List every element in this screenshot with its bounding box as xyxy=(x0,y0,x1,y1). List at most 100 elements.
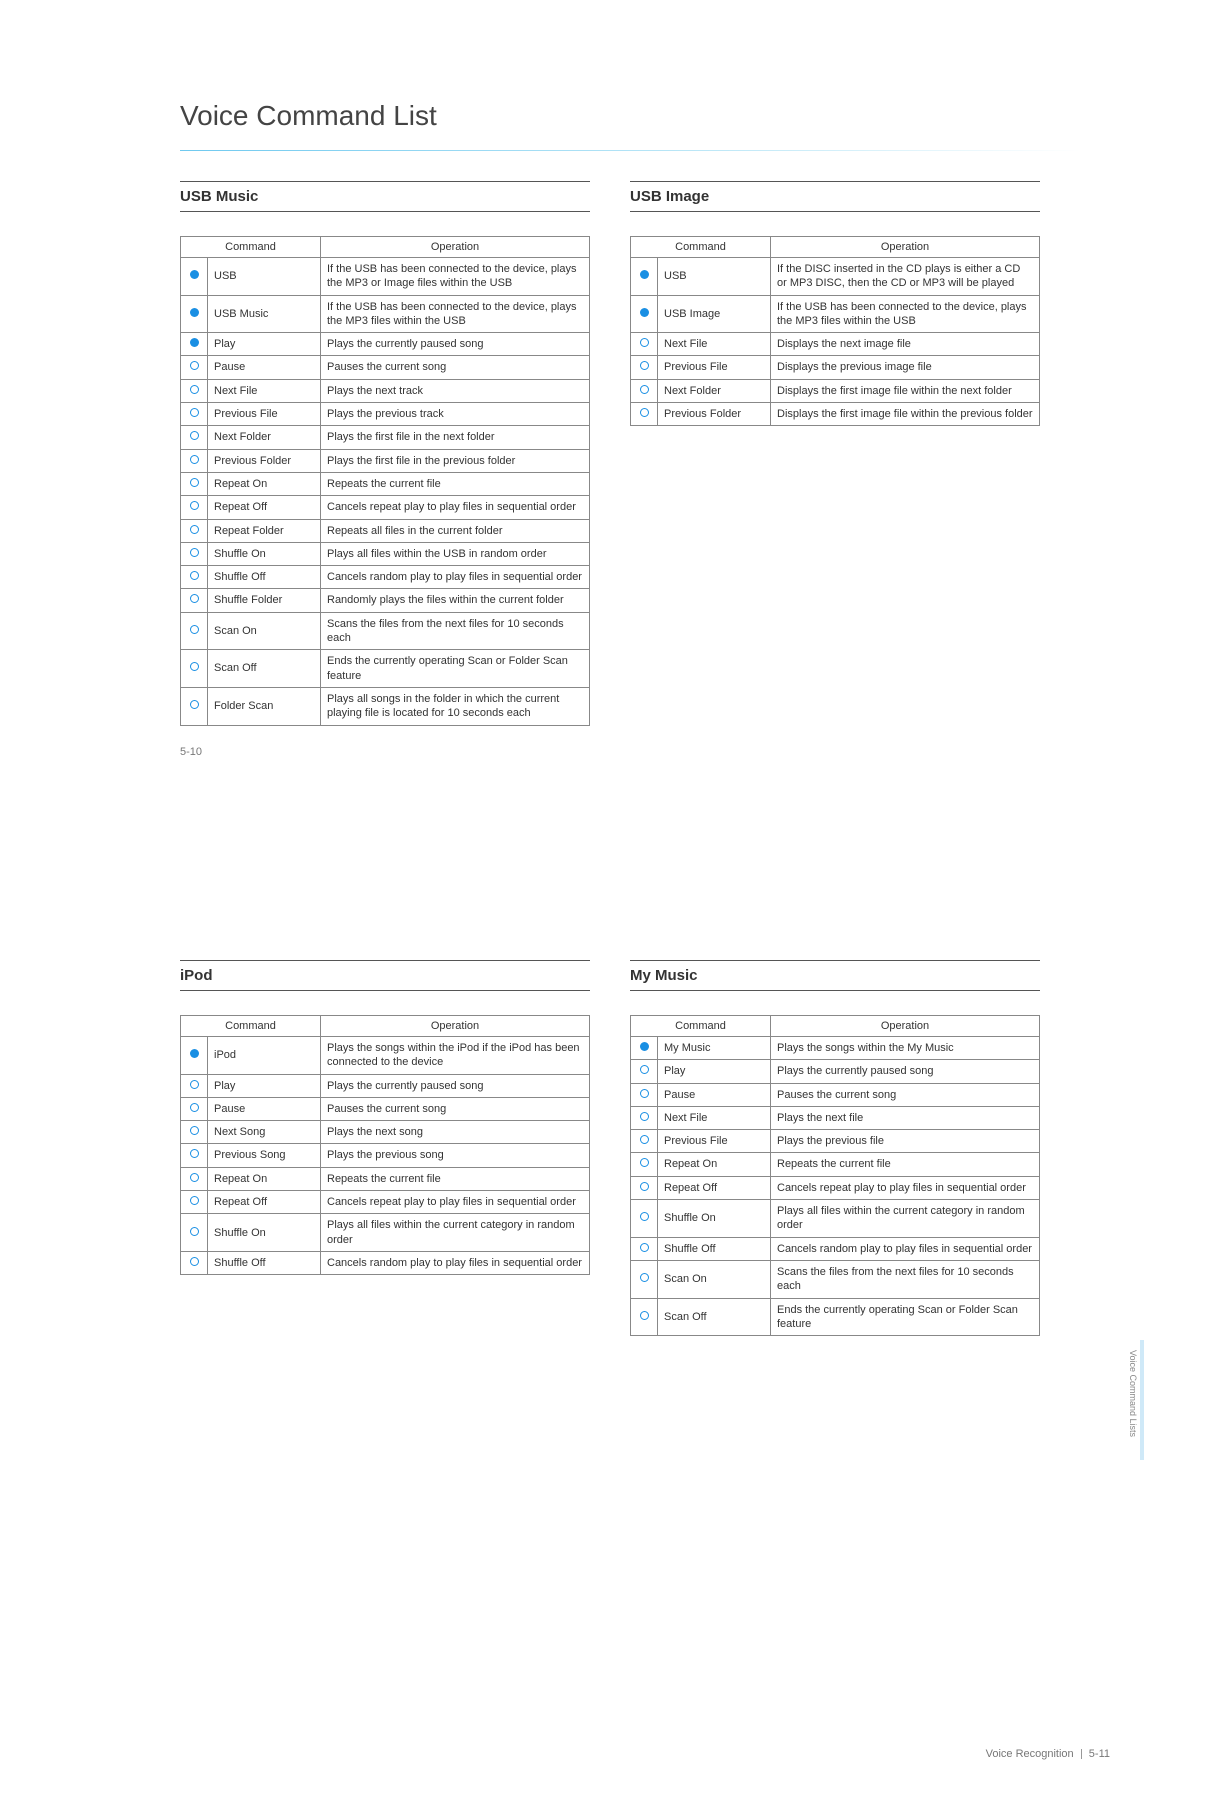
table-row: USBIf the USB has been connected to the … xyxy=(181,258,590,296)
header-operation: Operation xyxy=(771,237,1040,258)
command-cell: Shuffle Off xyxy=(208,1251,321,1274)
bullet-open-icon xyxy=(181,356,208,379)
operation-cell: Scans the files from the next files for … xyxy=(321,612,590,650)
table-row: Shuffle OffCancels random play to play f… xyxy=(181,566,590,589)
side-tab: Voice Command Lists xyxy=(1128,1340,1140,1460)
bullet-open-icon xyxy=(631,1298,658,1336)
operation-cell: Scans the files from the next files for … xyxy=(771,1260,1040,1298)
table-row: Scan OnScans the files from the next fil… xyxy=(631,1260,1040,1298)
command-cell: Repeat Off xyxy=(658,1176,771,1199)
table-usb-music: Command Operation USBIf the USB has been… xyxy=(180,236,590,726)
bullet-open-icon xyxy=(181,1144,208,1167)
operation-cell: Plays all files within the current categ… xyxy=(771,1200,1040,1238)
operation-cell: Plays the first file in the previous fol… xyxy=(321,449,590,472)
command-cell: Repeat Off xyxy=(208,496,321,519)
bullet-filled-icon xyxy=(181,1037,208,1075)
footer-right: Voice Recognition 5-11 xyxy=(986,1748,1110,1760)
section-title-usb-image: USB Image xyxy=(630,181,1040,212)
command-cell: Shuffle Folder xyxy=(208,589,321,612)
header-operation: Operation xyxy=(321,237,590,258)
command-cell: Next File xyxy=(658,1106,771,1129)
table-row: USB MusicIf the USB has been connected t… xyxy=(181,295,590,333)
table-row: Next FolderPlays the first file in the n… xyxy=(181,426,590,449)
command-cell: Scan On xyxy=(658,1260,771,1298)
title-rule xyxy=(180,150,1080,151)
table-row: Shuffle FolderRandomly plays the files w… xyxy=(181,589,590,612)
operation-cell: Cancels repeat play to play files in seq… xyxy=(771,1176,1040,1199)
command-cell: USB Image xyxy=(658,295,771,333)
header-command: Command xyxy=(631,1016,771,1037)
header-operation: Operation xyxy=(321,1016,590,1037)
operation-cell: If the USB has been connected to the dev… xyxy=(771,295,1040,333)
page-title: Voice Command List xyxy=(180,100,1110,132)
table-row: Scan OffEnds the currently operating Sca… xyxy=(181,650,590,688)
operation-cell: Cancels repeat play to play files in seq… xyxy=(321,496,590,519)
command-cell: My Music xyxy=(658,1037,771,1060)
bullet-open-icon xyxy=(181,519,208,542)
command-cell: Previous File xyxy=(658,356,771,379)
operation-cell: Repeats the current file xyxy=(321,472,590,495)
bullet-filled-icon xyxy=(631,1037,658,1060)
table-row: Repeat OffCancels repeat play to play fi… xyxy=(631,1176,1040,1199)
table-row: Shuffle OffCancels random play to play f… xyxy=(631,1237,1040,1260)
table-row: Next FilePlays the next track xyxy=(181,379,590,402)
command-cell: Next File xyxy=(658,333,771,356)
operation-cell: Displays the next image file xyxy=(771,333,1040,356)
section-usb-music: USB Music Command Operation USBIf the US… xyxy=(180,181,590,726)
section-title-ipod: iPod xyxy=(180,960,590,991)
table-row: USB ImageIf the USB has been connected t… xyxy=(631,295,1040,333)
command-cell: iPod xyxy=(208,1037,321,1075)
bullet-open-icon xyxy=(181,1074,208,1097)
header-command: Command xyxy=(181,237,321,258)
section-ipod: iPod Command Operation iPodPlays the son… xyxy=(180,960,590,1336)
bullet-open-icon xyxy=(631,1260,658,1298)
operation-cell: Cancels repeat play to play files in seq… xyxy=(321,1191,590,1214)
operation-cell: Repeats the current file xyxy=(771,1153,1040,1176)
table-row: Shuffle OffCancels random play to play f… xyxy=(181,1251,590,1274)
command-cell: Scan Off xyxy=(208,650,321,688)
section-my-music: My Music Command Operation My MusicPlays… xyxy=(630,960,1040,1336)
bullet-open-icon xyxy=(631,1176,658,1199)
operation-cell: Ends the currently operating Scan or Fol… xyxy=(321,650,590,688)
command-cell: Pause xyxy=(208,356,321,379)
operation-cell: Plays the songs within the My Music xyxy=(771,1037,1040,1060)
table-row: PlayPlays the currently paused song xyxy=(181,1074,590,1097)
table-row: PausePauses the current song xyxy=(181,1097,590,1120)
section-title-usb-music: USB Music xyxy=(180,181,590,212)
table-row: PausePauses the current song xyxy=(181,356,590,379)
bullet-open-icon xyxy=(181,650,208,688)
operation-cell: Cancels random play to play files in seq… xyxy=(771,1237,1040,1260)
command-cell: Next Folder xyxy=(658,379,771,402)
bullet-open-icon xyxy=(631,1083,658,1106)
operation-cell: If the USB has been connected to the dev… xyxy=(321,295,590,333)
command-cell: Previous File xyxy=(658,1130,771,1153)
operation-cell: Plays the currently paused song xyxy=(321,333,590,356)
bullet-open-icon xyxy=(181,1121,208,1144)
table-row: My MusicPlays the songs within the My Mu… xyxy=(631,1037,1040,1060)
command-cell: Folder Scan xyxy=(208,687,321,725)
bullet-open-icon xyxy=(631,379,658,402)
table-row: Previous FolderDisplays the first image … xyxy=(631,403,1040,426)
operation-cell: Displays the first image file within the… xyxy=(771,403,1040,426)
command-cell: Repeat Folder xyxy=(208,519,321,542)
table-row: Repeat OnRepeats the current file xyxy=(181,1167,590,1190)
command-cell: Repeat Off xyxy=(208,1191,321,1214)
table-ipod: Command Operation iPodPlays the songs wi… xyxy=(180,1015,590,1275)
bullet-open-icon xyxy=(181,1191,208,1214)
table-row: Next FolderDisplays the first image file… xyxy=(631,379,1040,402)
operation-cell: Plays the currently paused song xyxy=(771,1060,1040,1083)
table-row: Shuffle OnPlays all files within the USB… xyxy=(181,542,590,565)
table-row: Previous SongPlays the previous song xyxy=(181,1144,590,1167)
bullet-open-icon xyxy=(181,1097,208,1120)
table-row: PausePauses the current song xyxy=(631,1083,1040,1106)
bullet-open-icon xyxy=(181,403,208,426)
operation-cell: Plays the songs within the iPod if the i… xyxy=(321,1037,590,1075)
table-row: iPodPlays the songs within the iPod if t… xyxy=(181,1037,590,1075)
operation-cell: Plays the next song xyxy=(321,1121,590,1144)
operation-cell: Displays the previous image file xyxy=(771,356,1040,379)
table-row: Repeat OnRepeats the current file xyxy=(631,1153,1040,1176)
operation-cell: If the DISC inserted in the CD plays is … xyxy=(771,258,1040,296)
command-cell: Shuffle On xyxy=(658,1200,771,1238)
operation-cell: Plays all files within the USB in random… xyxy=(321,542,590,565)
command-cell: USB Music xyxy=(208,295,321,333)
